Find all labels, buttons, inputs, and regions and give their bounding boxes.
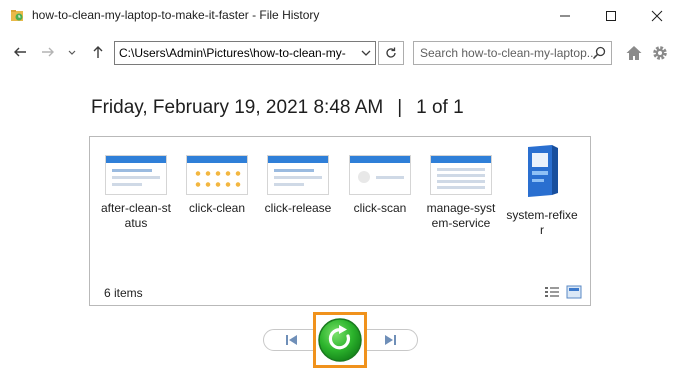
snapshot-heading: Friday, February 19, 2021 8:48 AM | 1 of 1 [91, 97, 464, 119]
arrow-left-icon [14, 47, 26, 57]
file-name: manage-system-service [426, 201, 496, 230]
file-history-window: how-to-clean-my-laptop-to-make-it-faster… [0, 0, 680, 374]
item-count: 6 items [104, 286, 143, 300]
minimize-icon [560, 15, 570, 17]
window-title: how-to-clean-my-laptop-to-make-it-faster… [32, 8, 320, 22]
file-name: click-scan [353, 201, 407, 215]
file-item[interactable]: click-release [262, 143, 334, 216]
address-bar[interactable]: C:\Users\Admin\Pictures\how-to-clean-my- [114, 41, 376, 65]
forward-button[interactable] [38, 42, 58, 62]
file-list-panel: after-clean-status click-clean click-rel… [89, 136, 591, 306]
file-name: click-clean [188, 201, 245, 215]
file-name: after-clean-status [100, 201, 172, 230]
folder-clock-icon [11, 10, 23, 21]
file-thumbnail [267, 155, 329, 195]
close-button[interactable] [634, 0, 680, 32]
snapshot-page: 1 of 1 [416, 97, 464, 118]
gear-icon[interactable] [651, 44, 669, 62]
chevron-down-icon[interactable] [359, 46, 373, 60]
chevron-down-icon [68, 50, 76, 55]
address-path: C:\Users\Admin\Pictures\how-to-clean-my- [119, 46, 346, 60]
file-thumbnail [105, 155, 167, 195]
file-item[interactable]: system-refixer [506, 143, 578, 238]
file-thumbnail [430, 155, 492, 195]
refresh-button[interactable] [378, 41, 404, 65]
back-button[interactable] [10, 42, 30, 62]
previous-version-button[interactable] [283, 331, 301, 349]
details-view-icon[interactable] [544, 285, 560, 299]
file-item[interactable]: click-scan [344, 143, 416, 216]
large-icons-view-icon[interactable] [566, 285, 582, 299]
snapshot-date: Friday, February 19, 2021 8:48 AM [91, 97, 384, 118]
maximize-button[interactable] [588, 0, 634, 32]
up-button[interactable] [88, 42, 108, 62]
search-input[interactable]: Search how-to-clean-my-laptop... [420, 46, 597, 60]
arrow-right-icon [42, 47, 54, 57]
close-icon [651, 10, 663, 22]
arrow-up-icon [93, 46, 103, 58]
heading-separator: | [397, 97, 403, 118]
file-name: click-release [264, 201, 332, 215]
search-icon [592, 46, 606, 60]
title-bar: how-to-clean-my-laptop-to-make-it-faster… [0, 0, 680, 32]
file-item[interactable]: manage-system-service [425, 143, 497, 231]
refresh-icon [386, 47, 396, 58]
search-box[interactable]: Search how-to-clean-my-laptop... [413, 41, 612, 65]
file-thumbnail [186, 155, 248, 195]
file-item[interactable]: click-clean [181, 143, 253, 216]
restore-button[interactable] [317, 317, 363, 363]
file-item[interactable]: after-clean-status [100, 143, 172, 231]
minimize-button[interactable] [542, 0, 588, 32]
file-thumbnail [349, 155, 411, 195]
maximize-icon [606, 11, 616, 21]
home-icon[interactable] [625, 44, 643, 62]
file-name: system-refixer [506, 208, 578, 237]
software-box-thumbnail [528, 145, 558, 197]
next-version-button[interactable] [381, 331, 399, 349]
recent-locations-button[interactable] [62, 42, 82, 62]
